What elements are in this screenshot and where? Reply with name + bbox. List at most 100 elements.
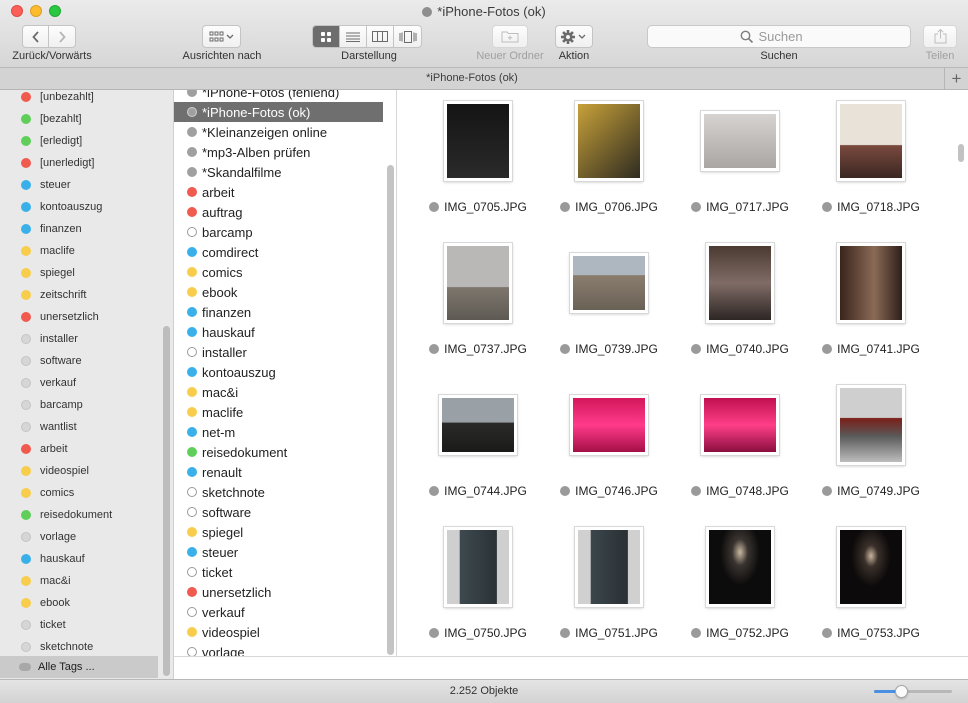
sidebar-item-ebook[interactable]: ebook bbox=[0, 592, 158, 614]
tag-list-item-mp3-alben-pr-fen[interactable]: *mp3-Alben prüfen bbox=[174, 142, 383, 162]
file-item-img-0753-jpg[interactable]: IMG_0753.JPG bbox=[805, 524, 937, 656]
list-view-button[interactable] bbox=[340, 26, 367, 47]
sidebar-item-vorlage[interactable]: vorlage bbox=[0, 526, 158, 548]
file-item-img-0737-jpg[interactable]: IMG_0737.JPG bbox=[412, 240, 544, 382]
sidebar-item-barcamp[interactable]: barcamp bbox=[0, 394, 158, 416]
sidebar-item-mac-i[interactable]: mac&i bbox=[0, 570, 158, 592]
sidebar-item-kontoauszug[interactable]: kontoauszug bbox=[0, 196, 158, 218]
tag-list-item-iphone-fotos-fehlend[interactable]: *iPhone-Fotos (fehlend) bbox=[174, 90, 383, 102]
file-item-img-0746-jpg[interactable]: IMG_0746.JPG bbox=[543, 382, 675, 524]
sidebar-item-videospiel[interactable]: videospiel bbox=[0, 460, 158, 482]
icon-view-button[interactable] bbox=[313, 26, 340, 47]
file-item-img-0750-jpg[interactable]: IMG_0750.JPG bbox=[412, 524, 544, 656]
tag-list-item-reisedokument[interactable]: reisedokument bbox=[174, 442, 383, 462]
coverflow-view-button[interactable] bbox=[394, 26, 421, 47]
file-item-img-0748-jpg[interactable]: IMG_0748.JPG bbox=[674, 382, 806, 524]
sidebar-item-alle-tags[interactable]: Alle Tags ... bbox=[0, 656, 158, 678]
sidebar-item-label: steuer bbox=[40, 179, 71, 191]
tag-list-item-kleinanzeigen-online[interactable]: *Kleinanzeigen online bbox=[174, 122, 383, 142]
sidebar-item-spiegel[interactable]: spiegel bbox=[0, 262, 158, 284]
file-name: IMG_0749.JPG bbox=[805, 484, 937, 498]
sidebar-item-label: ticket bbox=[40, 619, 66, 631]
tag-list-item-barcamp[interactable]: barcamp bbox=[174, 222, 383, 242]
sidebar-item-wantlist[interactable]: wantlist bbox=[0, 416, 158, 438]
file-item-img-0740-jpg[interactable]: IMG_0740.JPG bbox=[674, 240, 806, 382]
sidebar-scrollbar[interactable] bbox=[163, 326, 170, 676]
tag-list-item-finanzen[interactable]: finanzen bbox=[174, 302, 383, 322]
tag-list-item-renault[interactable]: renault bbox=[174, 462, 383, 482]
tag-list-scrollbar[interactable] bbox=[387, 165, 394, 655]
sidebar-item-hauskauf[interactable]: hauskauf bbox=[0, 548, 158, 570]
sidebar-item-erledigt[interactable]: [erledigt] bbox=[0, 130, 158, 152]
file-item-img-0739-jpg[interactable]: IMG_0739.JPG bbox=[543, 240, 675, 382]
tag-list-item-label: steuer bbox=[202, 544, 239, 560]
file-thumbnail bbox=[837, 101, 905, 181]
tag-list-item-vorlage[interactable]: vorlage bbox=[174, 642, 383, 656]
tag-list-item-spiegel[interactable]: spiegel bbox=[174, 522, 383, 542]
tag-list-item-kontoauszug[interactable]: kontoauszug bbox=[174, 362, 383, 382]
grid-scrollbar[interactable] bbox=[958, 144, 964, 162]
sidebar-item-reisedokument[interactable]: reisedokument bbox=[0, 504, 158, 526]
sidebar-item-steuer[interactable]: steuer bbox=[0, 174, 158, 196]
tag-list-item-ebook[interactable]: ebook bbox=[174, 282, 383, 302]
tag-list-item-auftrag[interactable]: auftrag bbox=[174, 202, 383, 222]
tag-list-item-skandalfilme[interactable]: *Skandalfilme bbox=[174, 162, 383, 182]
sidebar-item-bezahlt[interactable]: [bezahlt] bbox=[0, 108, 158, 130]
file-item-img-0751-jpg[interactable]: IMG_0751.JPG bbox=[543, 524, 675, 656]
tag-list-item-comdirect[interactable]: comdirect bbox=[174, 242, 383, 262]
tag-list-item-installer[interactable]: installer bbox=[174, 342, 383, 362]
tag-list-item-software[interactable]: software bbox=[174, 502, 383, 522]
tag-list-item-steuer[interactable]: steuer bbox=[174, 542, 383, 562]
sidebar-item-arbeit[interactable]: arbeit bbox=[0, 438, 158, 460]
file-item-img-0741-jpg[interactable]: IMG_0741.JPG bbox=[805, 240, 937, 382]
sidebar-item-finanzen[interactable]: finanzen bbox=[0, 218, 158, 240]
file-item-img-0705-jpg[interactable]: IMG_0705.JPG bbox=[412, 98, 544, 240]
sidebar-item-verkauf[interactable]: verkauf bbox=[0, 372, 158, 394]
icon-size-slider[interactable] bbox=[874, 685, 952, 698]
file-item-img-0717-jpg[interactable]: IMG_0717.JPG bbox=[674, 98, 806, 240]
file-item-img-0749-jpg[interactable]: IMG_0749.JPG bbox=[805, 382, 937, 524]
tag-list-item-sketchnote[interactable]: sketchnote bbox=[174, 482, 383, 502]
tag-list-item-hauskauf[interactable]: hauskauf bbox=[174, 322, 383, 342]
sidebar-item-unbezahlt[interactable]: [unbezahlt] bbox=[0, 90, 158, 108]
tag-list-item-mac-i[interactable]: mac&i bbox=[174, 382, 383, 402]
sidebar-item-unerledigt[interactable]: [unerledigt] bbox=[0, 152, 158, 174]
file-item-img-0706-jpg[interactable]: IMG_0706.JPG bbox=[543, 98, 675, 240]
share-button[interactable] bbox=[923, 25, 957, 48]
tag-list-item-label: renault bbox=[202, 464, 242, 480]
file-item-img-0718-jpg[interactable]: IMG_0718.JPG bbox=[805, 98, 937, 240]
sidebar-item-maclife[interactable]: maclife bbox=[0, 240, 158, 262]
arrange-button[interactable] bbox=[202, 25, 241, 48]
file-item-img-0752-jpg[interactable]: IMG_0752.JPG bbox=[674, 524, 806, 656]
tag-list-item-maclife[interactable]: maclife bbox=[174, 402, 383, 422]
sidebar-item-comics[interactable]: comics bbox=[0, 482, 158, 504]
sidebar-item-zeitschrift[interactable]: zeitschrift bbox=[0, 284, 158, 306]
search-field[interactable] bbox=[647, 25, 911, 48]
proxy-icon[interactable] bbox=[422, 7, 433, 17]
sidebar-item-sketchnote[interactable]: sketchnote bbox=[0, 636, 158, 658]
tab-title[interactable]: *iPhone-Fotos (ok) bbox=[0, 72, 944, 84]
sidebar-item-unersetzlich[interactable]: unersetzlich bbox=[0, 306, 158, 328]
tag-list-item-videospiel[interactable]: videospiel bbox=[174, 622, 383, 642]
file-thumbnail bbox=[701, 111, 779, 171]
new-tab-button[interactable]: + bbox=[944, 68, 968, 89]
tag-list-item-ticket[interactable]: ticket bbox=[174, 562, 383, 582]
sidebar-item-software[interactable]: software bbox=[0, 350, 158, 372]
search-input[interactable] bbox=[758, 29, 819, 44]
back-button[interactable] bbox=[23, 26, 50, 47]
sidebar-item-installer[interactable]: installer bbox=[0, 328, 158, 350]
forward-button[interactable] bbox=[49, 26, 75, 47]
tag-list-item-comics[interactable]: comics bbox=[174, 262, 383, 282]
column-view-button[interactable] bbox=[367, 26, 394, 47]
photo-image bbox=[704, 114, 776, 168]
new-folder-button[interactable] bbox=[492, 25, 528, 48]
tag-list-item-iphone-fotos-ok[interactable]: *iPhone-Fotos (ok) bbox=[174, 102, 383, 122]
tag-list-item-arbeit[interactable]: arbeit bbox=[174, 182, 383, 202]
tag-list-item-unersetzlich[interactable]: unersetzlich bbox=[174, 582, 383, 602]
sidebar-item-label: wantlist bbox=[40, 421, 77, 433]
tag-list-item-verkauf[interactable]: verkauf bbox=[174, 602, 383, 622]
action-button[interactable] bbox=[555, 25, 593, 48]
sidebar-item-ticket[interactable]: ticket bbox=[0, 614, 158, 636]
tag-list-item-net-m[interactable]: net-m bbox=[174, 422, 383, 442]
file-item-img-0744-jpg[interactable]: IMG_0744.JPG bbox=[412, 382, 544, 524]
